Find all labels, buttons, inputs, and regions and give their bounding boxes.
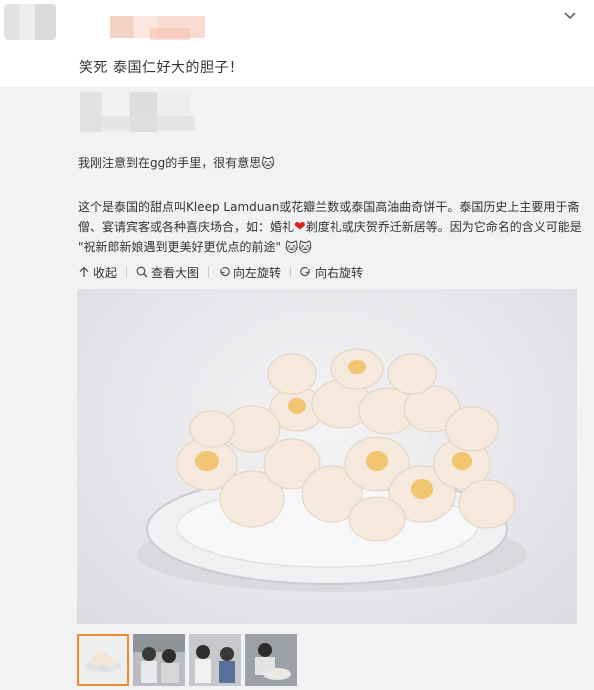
avatar[interactable] [4, 4, 56, 40]
collapse-label: 收起 [93, 265, 118, 280]
cookie-plate-illustration [137, 348, 527, 592]
repost-line1-text: 我刚注意到在gg的手里，很有意思 [78, 156, 262, 170]
image-toolbar: 收起 查看大图 向左旋转 向右旋转 [78, 262, 363, 282]
repost-container: 我刚注意到在gg的手里，很有意思🐱 这个是泰国的甜点叫Kleep Lamduan… [0, 86, 594, 690]
rotate-right-label: 向右旋转 [315, 265, 364, 280]
thumbnail-strip [77, 634, 297, 686]
thumbnail-people-photo-2[interactable] [189, 634, 241, 686]
thumbnail-cookie-plate[interactable] [77, 634, 129, 686]
rotate-left-button[interactable]: 向左旋转 [218, 264, 281, 281]
heart-emoji-icon: ❤ [294, 219, 306, 235]
view-large-label: 查看大图 [151, 265, 200, 280]
author-name-blurred-detail [150, 28, 190, 40]
thumbnail-people-photo-1[interactable] [133, 634, 185, 686]
repost-line1: 我刚注意到在gg的手里，很有意思🐱 [78, 153, 275, 175]
post-header: 笑死 泰国仁好大的胆子！ [0, 0, 594, 85]
search-icon [136, 266, 148, 278]
view-large-button[interactable]: 查看大图 [136, 264, 199, 281]
toolbar-divider [290, 266, 292, 278]
toolbar-divider [126, 266, 128, 278]
toolbar-divider [208, 266, 210, 278]
cat-emoji-icon-pair: 🐱🐱 [284, 241, 312, 256]
main-image[interactable] [77, 289, 577, 624]
repost-paragraph: 这个是泰国的甜点叫Kleep Lamduan或花瓣兰数或泰国高油曲奇饼干。泰国历… [78, 197, 583, 259]
post-text: 笑死 泰国仁好大的胆子！ [79, 60, 244, 76]
collapse-button[interactable]: 收起 [78, 264, 117, 281]
rotate-left-label: 向左旋转 [233, 265, 282, 280]
rotate-left-icon [218, 266, 230, 278]
thumbnail-people-photo-3[interactable] [245, 634, 297, 686]
repost-author-blurred-detail [95, 116, 195, 130]
cat-emoji-icon: 🐱 [261, 157, 275, 172]
rotate-right-icon [300, 266, 312, 278]
arrow-up-icon [78, 266, 90, 278]
chevron-down-icon[interactable] [561, 6, 579, 24]
rotate-right-button[interactable]: 向右旋转 [300, 264, 363, 281]
